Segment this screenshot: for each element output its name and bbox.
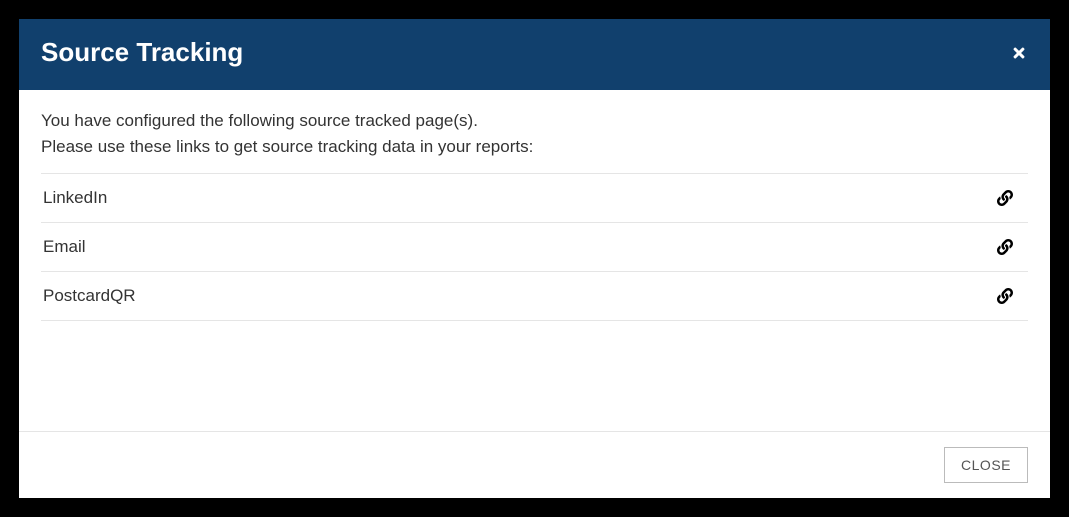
modal-body: You have configured the following source… bbox=[19, 90, 1050, 431]
modal-footer: CLOSE bbox=[19, 431, 1050, 498]
close-icon[interactable] bbox=[1010, 44, 1028, 62]
source-row: LinkedIn bbox=[41, 174, 1028, 223]
intro-text: You have configured the following source… bbox=[41, 108, 1028, 161]
close-button[interactable]: CLOSE bbox=[944, 447, 1028, 483]
source-tracking-modal: Source Tracking You have configured the … bbox=[19, 19, 1050, 498]
source-name: Email bbox=[43, 237, 86, 257]
intro-line-1: You have configured the following source… bbox=[41, 108, 1028, 134]
source-name: PostcardQR bbox=[43, 286, 136, 306]
modal-header: Source Tracking bbox=[19, 19, 1050, 90]
source-name: LinkedIn bbox=[43, 188, 107, 208]
modal-title: Source Tracking bbox=[41, 37, 243, 68]
link-icon[interactable] bbox=[996, 287, 1014, 305]
link-icon[interactable] bbox=[996, 189, 1014, 207]
link-icon[interactable] bbox=[996, 238, 1014, 256]
source-list: LinkedIn Email PostcardQR bbox=[41, 173, 1028, 321]
source-row: Email bbox=[41, 223, 1028, 272]
source-row: PostcardQR bbox=[41, 272, 1028, 321]
intro-line-2: Please use these links to get source tra… bbox=[41, 134, 1028, 160]
